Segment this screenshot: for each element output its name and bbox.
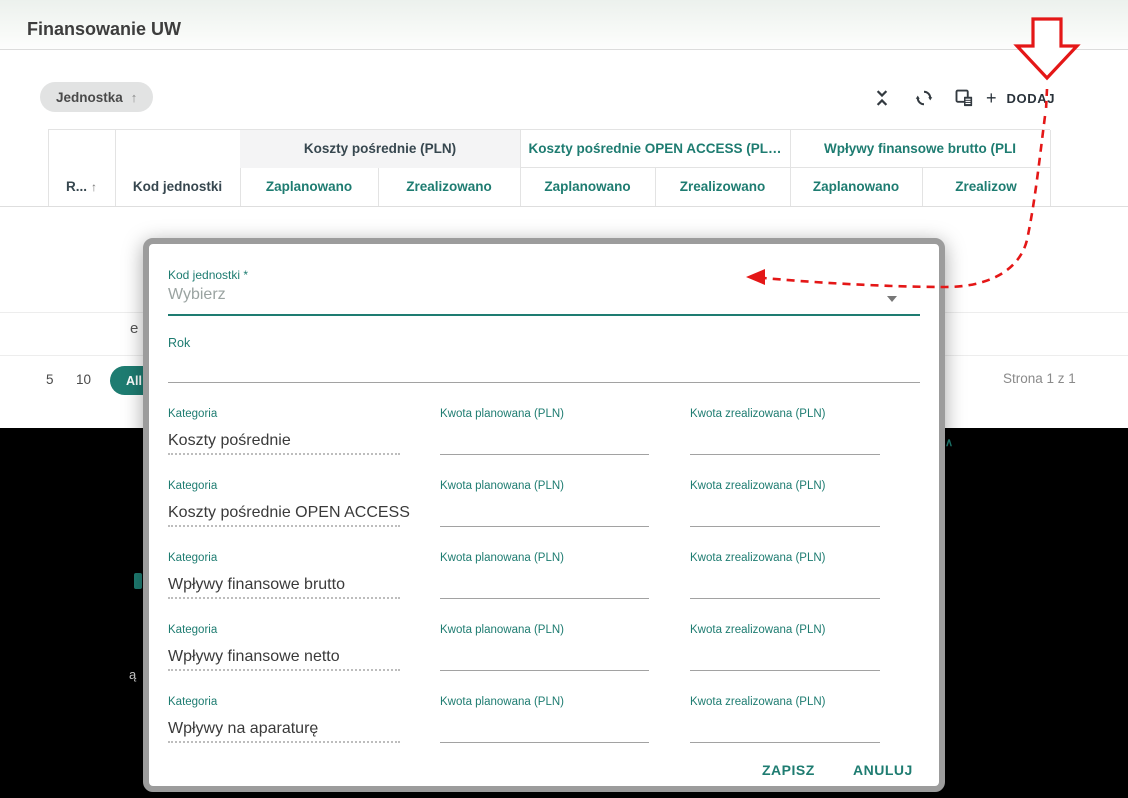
collapse-rows-icon[interactable] [872,88,892,108]
kwota-planowana-input[interactable] [440,580,649,599]
group-header-koszty-open-access[interactable]: Koszty pośrednie OPEN ACCESS (PL… [520,130,790,168]
kwota-planowana-input[interactable] [440,652,649,671]
add-button[interactable]: + DODAJ [986,88,1055,108]
dropdown-arrow-icon[interactable] [887,296,897,302]
subheader-zrealizowano-2[interactable]: Zrealizowano [655,168,790,206]
rok-input[interactable] [168,364,920,383]
kategoria-field-disabled [168,436,400,455]
kwota-zrealizowana-input[interactable] [690,580,880,599]
kategoria-label: Kategoria [168,624,218,636]
save-button[interactable]: ZAPISZ [762,762,815,778]
kwota-zrealizowana-label: Kwota zrealizowana (PLN) [690,624,826,636]
kwota-zrealizowana-label: Kwota zrealizowana (PLN) [690,480,826,492]
kwota-planowana-input[interactable] [440,436,649,455]
kwota-planowana-input[interactable] [440,724,649,743]
kwota-planowana-input[interactable] [440,508,649,527]
select-underline [168,314,920,316]
group-header-koszty-posrednie[interactable]: Koszty pośrednie (PLN) [240,130,520,168]
page-title: Finansowanie UW [27,19,182,39]
sort-asc-icon: ↑ [130,89,138,105]
kod-jednostki-label: Kod jednostki * [168,268,249,282]
kwota-zrealizowana-input[interactable] [690,724,880,743]
table-vline [1050,130,1051,206]
rok-label: Rok [168,336,191,350]
cancel-button[interactable]: ANULUJ [853,762,913,778]
chip-label: Jednostka [56,89,123,105]
kategoria-label: Kategoria [168,696,218,708]
kwota-zrealizowana-label: Kwota zrealizowana (PLN) [690,696,826,708]
subheader-zrealizowano-1[interactable]: Zrealizowano [378,168,520,206]
kwota-zrealizowana-label: Kwota zrealizowana (PLN) [690,408,826,420]
kategoria-field-disabled [168,580,400,599]
kwota-planowana-label: Kwota planowana (PLN) [440,408,565,420]
column-header-kod-label: Kod jednostki [132,179,223,194]
group-header-wplywy-brutto[interactable]: Wpływy finansowe brutto (PLI [790,130,1050,168]
subheader-zaplanowano-2[interactable]: Zaplanowano [520,168,655,206]
kwota-planowana-label: Kwota planowana (PLN) [440,480,565,492]
kwota-zrealizowana-input[interactable] [690,508,880,527]
subheader-zrealizowano-3[interactable]: Zrealizow [922,168,1050,206]
kwota-zrealizowana-label: Kwota zrealizowana (PLN) [690,552,826,564]
column-header-rok-label: R... [65,179,87,194]
subheader-zaplanowano-1[interactable]: Zaplanowano [240,168,378,206]
add-entry-dialog: Kod jednostki * Wybierz Rok Kategoria Ko… [143,238,945,792]
export-icon[interactable] [954,88,974,108]
subheader-zaplanowano-3[interactable]: Zaplanowano [790,168,922,206]
kategoria-field-disabled [168,724,400,743]
kategoria-label: Kategoria [168,408,218,420]
plus-icon: + [986,88,997,108]
hidden-text-fragment: ą [129,667,137,682]
kwota-planowana-label: Kwota planowana (PLN) [440,552,565,564]
page-size-5[interactable]: 5 [46,372,54,387]
kwota-zrealizowana-input[interactable] [690,436,880,455]
kwota-planowana-label: Kwota planowana (PLN) [440,624,565,636]
kod-jednostki-select[interactable]: Wybierz [168,286,226,304]
page-size-10[interactable]: 10 [76,372,91,387]
kategoria-field-disabled [168,508,400,527]
kwota-planowana-label: Kwota planowana (PLN) [440,696,565,708]
sort-asc-icon: ↑ [91,180,97,194]
add-button-label: DODAJ [1006,90,1056,106]
kwota-zrealizowana-input[interactable] [690,652,880,671]
refresh-icon[interactable] [914,88,934,108]
app-window: Finansowanie UW Jednostka ↑ + DODAJ R...… [0,0,1128,798]
jednostka-sort-chip[interactable]: Jednostka ↑ [40,82,154,112]
kategoria-label: Kategoria [168,480,218,492]
column-header-rok[interactable]: R... ↑ [48,168,115,206]
column-header-kod-jednostki[interactable]: Kod jednostki [115,168,240,206]
hidden-ui-fragment [134,573,142,589]
kategoria-field-disabled [168,652,400,671]
kategoria-label: Kategoria [168,552,218,564]
hidden-text-fragment: e [130,320,139,337]
table-border-bottom [0,206,1128,207]
hidden-text-fragment: ∧ [945,437,954,449]
pagination-status: Strona 1 z 1 [1003,371,1076,386]
